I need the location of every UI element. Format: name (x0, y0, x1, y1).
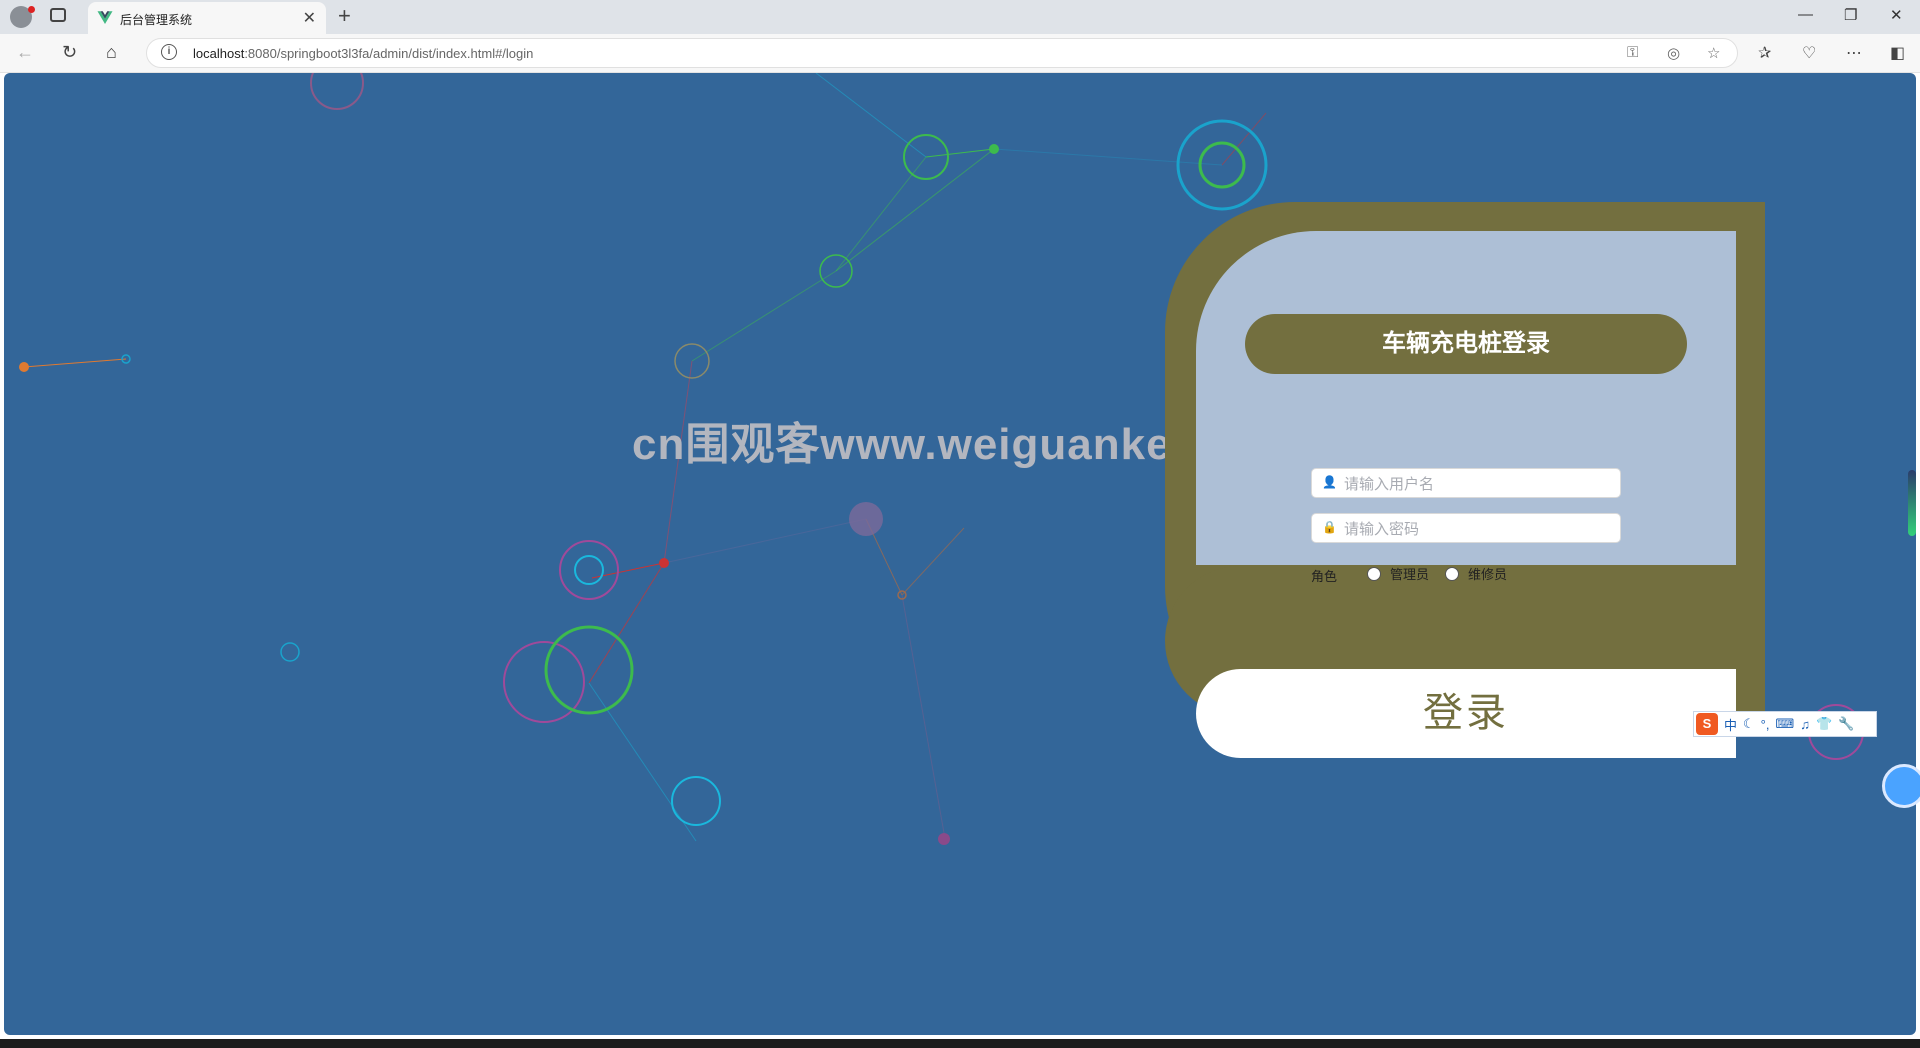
password-key-icon[interactable]: ⚿ (1627, 44, 1638, 61)
address-bar[interactable]: i localhost:8080/springboot3l3fa/admin/d… (146, 38, 1738, 68)
back-icon[interactable]: ← (16, 42, 34, 63)
browser-toolbar: ← ↻ ⌂ i localhost:8080/springboot3l3fa/a… (0, 34, 1920, 73)
role-label: 角色 (1311, 569, 1338, 584)
role-option-label: 管理员 (1390, 567, 1430, 582)
sidebar-icon[interactable]: ◧ (1890, 43, 1905, 63)
more-menu-icon[interactable]: ⋯ (1846, 43, 1862, 63)
radio-circle-icon[interactable] (1445, 566, 1459, 581)
password-input[interactable] (1342, 514, 1616, 544)
address-host: localhost (193, 46, 245, 61)
site-info-icon[interactable]: i (161, 44, 177, 60)
favorites-icon[interactable]: ✰ (1758, 43, 1771, 63)
browser-tab-bar: 后台管理系统 ✕ + — ❐ ✕ (0, 0, 1920, 34)
home-icon[interactable]: ⌂ (106, 42, 117, 63)
ime-toolbar[interactable]: S 中 ☾ °, ⌨ ♫ 👕 🔧 (1693, 711, 1877, 737)
role-option-label: 维修员 (1468, 567, 1508, 582)
notification-dot (28, 6, 35, 13)
login-title: 车辆充电桩登录 (1245, 314, 1687, 374)
watermark-text: cn围观客www.weiguanke.cn (632, 420, 1239, 469)
vue-logo-icon (97, 11, 113, 24)
username-field[interactable]: 👤 (1311, 468, 1621, 499)
username-input[interactable] (1342, 469, 1616, 499)
os-taskbar (0, 1039, 1920, 1048)
close-window-icon[interactable]: ✕ (1890, 6, 1903, 24)
ime-mode[interactable]: 中 (1724, 715, 1737, 734)
role-option-admin[interactable]: 管理员 (1367, 564, 1429, 583)
voice-icon[interactable]: ♫ (1800, 717, 1810, 732)
favorite-star-icon[interactable]: ☆ (1707, 44, 1720, 62)
moon-icon[interactable]: ☾ (1743, 716, 1755, 732)
browser-tab[interactable]: 后台管理系统 ✕ (88, 2, 326, 34)
skin-shirt-icon[interactable]: 👕 (1816, 716, 1832, 732)
tab-actions-icon[interactable] (50, 8, 66, 22)
radio-circle-icon[interactable] (1367, 566, 1381, 581)
keyboard-icon[interactable]: ⌨ (1775, 716, 1794, 732)
restore-icon[interactable]: ❐ (1844, 6, 1857, 24)
side-indicator (1908, 470, 1916, 536)
browser-essentials-icon[interactable]: ♡ (1802, 43, 1816, 63)
tab-title: 后台管理系统 (120, 13, 193, 27)
settings-wrench-icon[interactable]: 🔧 (1838, 716, 1854, 732)
minimize-icon[interactable]: — (1798, 6, 1813, 23)
address-path: :8080/springboot3l3fa/admin/dist/index.h… (244, 46, 534, 61)
password-field[interactable]: 🔒 (1311, 513, 1621, 544)
refresh-icon[interactable]: ↻ (62, 42, 77, 63)
sogou-logo-icon[interactable]: S (1696, 713, 1718, 735)
immersive-reader-icon[interactable]: ◎ (1667, 44, 1680, 62)
role-option-repairer[interactable]: 维修员 (1445, 564, 1507, 583)
punctuation-icon[interactable]: °, (1761, 717, 1770, 732)
close-tab-icon[interactable]: ✕ (303, 8, 316, 28)
login-button[interactable]: 登录 (1196, 669, 1736, 758)
lock-icon: 🔒 (1322, 520, 1337, 534)
user-icon: 👤 (1322, 475, 1337, 489)
address-url[interactable]: localhost:8080/springboot3l3fa/admin/dis… (193, 46, 533, 61)
floating-assistant-icon[interactable] (1882, 764, 1920, 808)
new-tab-icon[interactable]: + (338, 3, 351, 29)
